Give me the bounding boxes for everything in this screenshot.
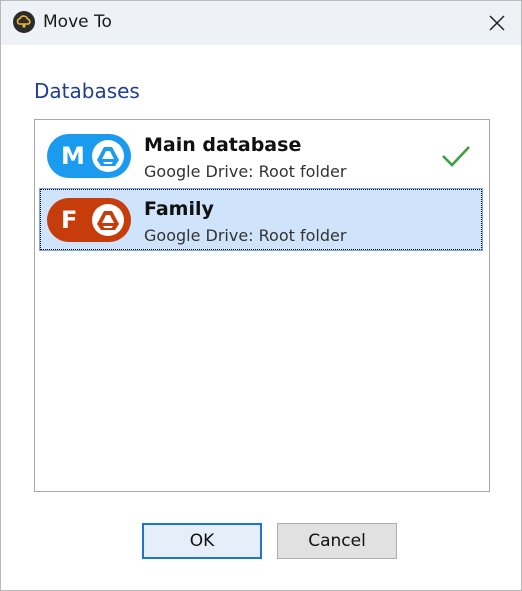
- title-bar[interactable]: Move To: [1, 1, 521, 45]
- database-name: Family: [144, 198, 214, 220]
- database-location: Google Drive: Root folder: [144, 226, 347, 245]
- database-name: Main database: [144, 134, 302, 156]
- list-item-family[interactable]: F Family Google Drive: Root folder: [39, 188, 483, 251]
- database-list[interactable]: M Main database Google Drive: Root folde…: [34, 119, 490, 492]
- checkmark-icon: [441, 144, 471, 172]
- badge-letter: M: [61, 142, 85, 170]
- google-drive-icon: [92, 140, 124, 172]
- databases-heading: Databases: [34, 79, 140, 103]
- database-location: Google Drive: Root folder: [144, 162, 347, 181]
- badge-letter: F: [61, 206, 78, 234]
- database-badge: M: [47, 134, 131, 178]
- close-icon: [489, 15, 505, 31]
- move-to-dialog: Move To Databases M Main database Google…: [0, 0, 522, 591]
- list-item-main-database[interactable]: M Main database Google Drive: Root folde…: [39, 124, 483, 187]
- cloud-key-icon: [13, 11, 35, 33]
- ok-button[interactable]: OK: [142, 523, 262, 559]
- database-badge: F: [47, 198, 131, 242]
- cancel-button[interactable]: Cancel: [277, 523, 397, 559]
- google-drive-icon: [92, 204, 124, 236]
- window-title: Move To: [43, 12, 112, 32]
- close-button[interactable]: [483, 9, 511, 37]
